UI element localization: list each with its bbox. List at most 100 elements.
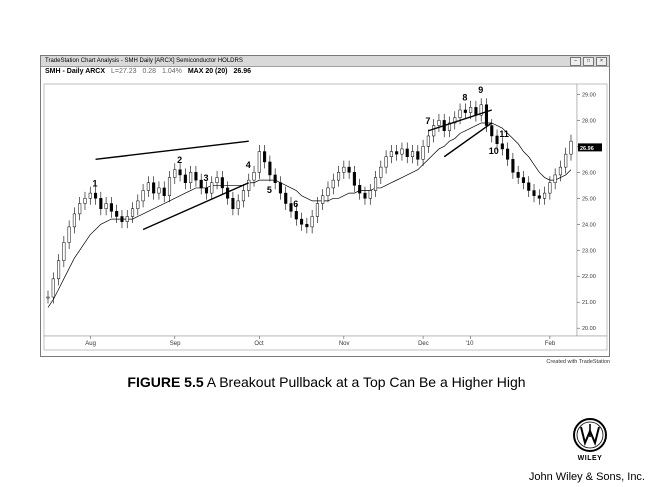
y-tick-label: 25.00 (582, 196, 596, 202)
price-bar-body (458, 109, 462, 119)
price-bar-body (548, 182, 552, 194)
price-bar-body (389, 151, 393, 157)
price-bar-body (257, 151, 261, 173)
price-bar-body (136, 200, 140, 209)
price-bar-body (189, 172, 193, 183)
annotation-label-2: 2 (177, 155, 182, 165)
price-bar-body (289, 203, 293, 212)
annotation-label-5: 5 (267, 185, 272, 195)
price-bar-body (141, 190, 145, 202)
price-bar-body (432, 125, 436, 137)
price-bar-body (315, 203, 319, 217)
figure-caption: FIGURE 5.5 A Breakout Pullback at a Top … (0, 374, 653, 390)
price-bar-body (495, 135, 499, 145)
x-tick-label: Nov (339, 341, 350, 347)
price-bar-body (300, 218, 304, 225)
price-bar-body (46, 296, 50, 299)
figure-title: A Breakout Pullback at a Top Can Be a Hi… (206, 374, 526, 390)
price-bar-body (220, 177, 224, 189)
price-bar-body (294, 211, 298, 220)
price-bar-body (152, 182, 156, 194)
y-tick-label: 26.00 (582, 170, 596, 176)
price-bar-body (83, 198, 87, 204)
price-bar-body (268, 161, 272, 176)
annotation-label-1: 1 (93, 178, 98, 188)
price-chart: 29.0028.0027.0026.0025.0024.0023.0022.00… (43, 83, 608, 351)
price-bar-body (532, 190, 536, 196)
price-bar-body (215, 177, 219, 183)
x-tick-label: Feb (545, 341, 556, 347)
price-bar-body (241, 190, 246, 202)
annotation-label-6: 6 (293, 199, 298, 209)
price-bar-body (247, 179, 251, 191)
tradestation-credit: Created with TradeStation (546, 359, 610, 365)
y-tick-label: 23.00 (582, 248, 596, 254)
annotation-label-4: 4 (246, 160, 251, 170)
price-bar-body (352, 172, 356, 186)
x-tick-label: Sep (170, 341, 181, 347)
price-bar-body (194, 172, 198, 181)
price-bar-body (537, 195, 541, 199)
price-bar-body (125, 216, 129, 222)
price-bar-body (162, 187, 166, 196)
price-bar-body (410, 151, 415, 157)
price-bar-body (99, 198, 103, 209)
price-bar-body (236, 200, 240, 209)
price-bar-body (72, 213, 76, 228)
price-bar-body (342, 166, 346, 173)
y-tick-label: 28.00 (582, 118, 596, 124)
wiley-logo-word: WILEY (577, 455, 603, 462)
price-bar-body (500, 143, 504, 150)
y-tick-label: 24.00 (582, 222, 596, 228)
price-bar-body (379, 166, 383, 178)
price-bar-body (146, 182, 150, 191)
price-bar-body (437, 120, 441, 126)
price-bar-body (463, 109, 467, 113)
y-tick-label: 29.00 (582, 92, 596, 98)
price-bar-body (484, 104, 489, 126)
publisher-name: John Wiley & Sons, Inc. (528, 471, 645, 483)
price-bar-body (51, 278, 55, 298)
price-bar-body (506, 148, 510, 160)
price-bar-body (67, 226, 71, 243)
price-bar-body (78, 203, 82, 215)
price-bar-body (104, 203, 108, 209)
price-bar-body (384, 156, 388, 168)
price-bar-body (421, 146, 425, 160)
price-bar-body (368, 190, 372, 199)
price-bar-body (305, 224, 309, 228)
y-tick-label: 21.00 (582, 300, 596, 306)
trendline (95, 140, 249, 161)
price-bar-body (426, 135, 430, 147)
price-bar-body (157, 187, 161, 194)
price-bar-body (400, 148, 404, 155)
price-bar-body (109, 203, 113, 212)
price-bar-body (521, 177, 526, 183)
price-bar-body (469, 107, 473, 113)
time-axis (43, 335, 608, 351)
price-bar-body (363, 192, 367, 199)
annotation-label-3: 3 (203, 173, 208, 183)
annotation-label-8: 8 (462, 93, 467, 103)
price-bar-body (231, 198, 235, 209)
annotation-label-9: 9 (478, 85, 483, 95)
price-bar-body (167, 177, 172, 196)
x-tick-label: '10 (466, 341, 474, 347)
price-bar-body (252, 172, 256, 181)
price-bar-body (527, 182, 531, 191)
price-bar-body (273, 174, 277, 183)
last-price-tag-label: 26.96 (580, 146, 594, 152)
price-bar-body (569, 140, 573, 155)
price-bar-body (62, 242, 66, 261)
price-bar-body (115, 211, 119, 217)
price-bar-body (321, 195, 325, 204)
y-tick-label: 20.00 (582, 326, 596, 332)
price-bar-body (93, 192, 98, 199)
y-tick-label: 22.00 (582, 274, 596, 280)
price-bar-body (474, 107, 478, 116)
price-bar-body (183, 174, 187, 183)
price-bar-body (331, 179, 335, 189)
price-bar-body (178, 169, 182, 176)
price-bar-body (88, 192, 92, 199)
price-bar-body (511, 159, 515, 173)
